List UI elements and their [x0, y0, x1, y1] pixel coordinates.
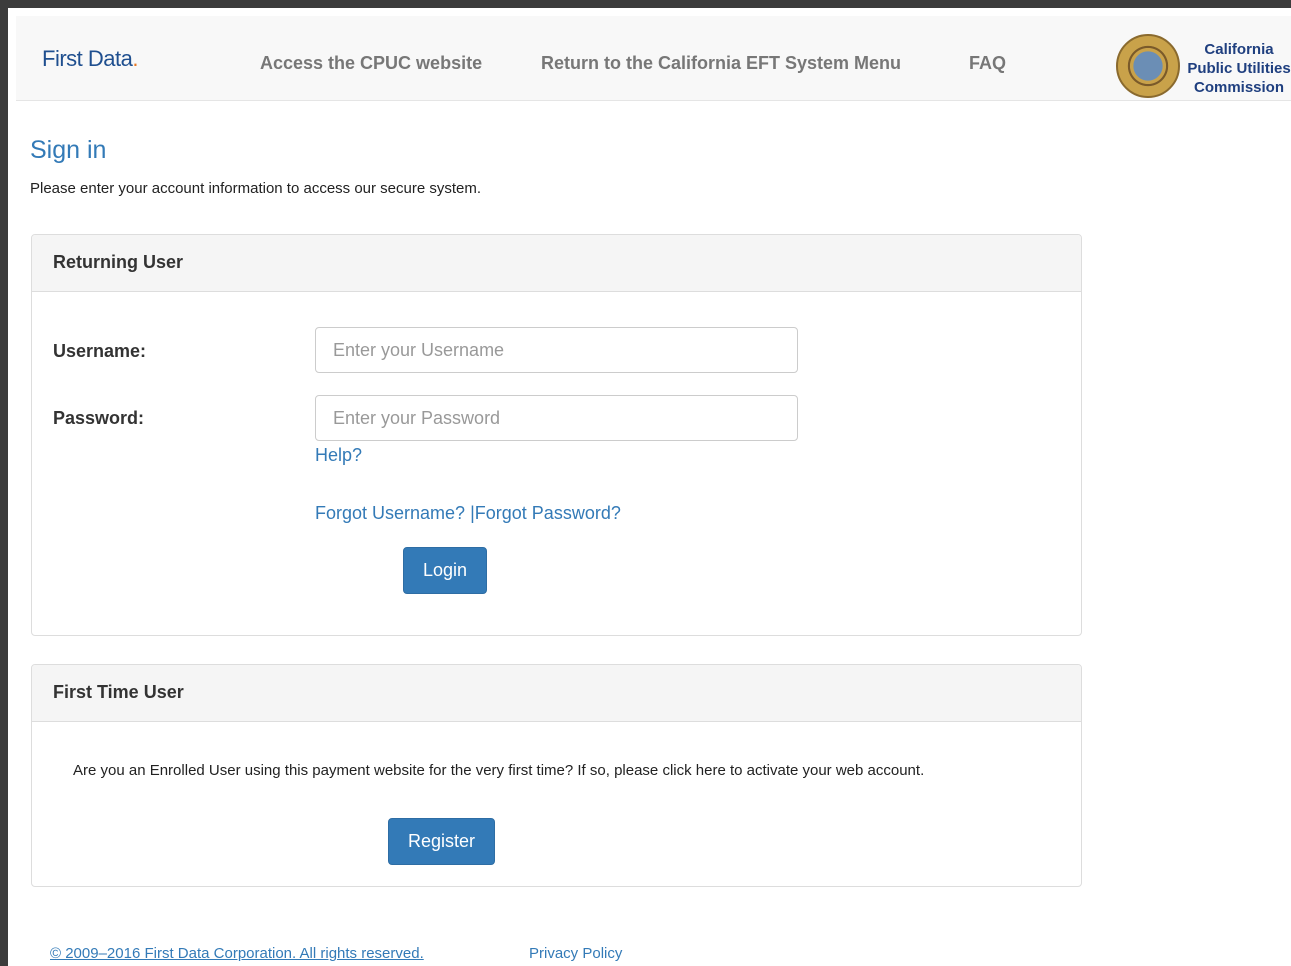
footer-privacy-policy-link[interactable]: Privacy Policy — [529, 945, 622, 962]
footer-copyright-link[interactable]: © 2009–2016 First Data Corporation. All … — [50, 945, 424, 962]
commission-line-2: Public Utilities — [1187, 60, 1291, 77]
first-data-logo[interactable]: First Data. — [42, 46, 138, 72]
forgot-password-link[interactable]: Forgot Password? — [475, 503, 621, 523]
commission-line-3: Commission — [1193, 79, 1284, 96]
nav-cpuc-website-link[interactable]: Access the CPUC website — [260, 53, 482, 74]
returning-user-heading: Returning User — [32, 235, 1081, 292]
forgot-links: Forgot Username? |Forgot Password? — [315, 503, 621, 524]
login-button[interactable]: Login — [403, 547, 487, 594]
forgot-username-link[interactable]: Forgot Username? — [315, 503, 465, 523]
username-label: Username: — [53, 341, 147, 361]
brand-name: First Data — [42, 46, 133, 71]
page-title: Sign in — [30, 136, 107, 164]
register-button[interactable]: Register — [388, 818, 495, 865]
nav-eft-system-menu-link[interactable]: Return to the California EFT System Menu — [541, 53, 901, 74]
help-link[interactable]: Help? — [315, 445, 362, 466]
browser-frame: First Data. Access the CPUC website Retu… — [0, 0, 1291, 966]
first-time-user-heading: First Time User — [32, 665, 1081, 722]
brand-dot: . — [132, 46, 138, 71]
commission-name: California Public Utilities Commission — [1182, 40, 1291, 97]
commission-line-1: California — [1204, 41, 1274, 58]
state-seal-icon — [1116, 34, 1180, 98]
username-input[interactable] — [315, 327, 798, 373]
nav-faq-link[interactable]: FAQ — [969, 53, 1006, 74]
intro-text: Please enter your account information to… — [30, 180, 482, 197]
password-input[interactable] — [315, 395, 798, 441]
cpuc-logo: California Public Utilities Commission — [1116, 34, 1291, 100]
password-label: Password: — [53, 408, 145, 428]
top-navbar: First Data. Access the CPUC website Retu… — [16, 16, 1291, 101]
first-time-user-text: Are you an Enrolled User using this paym… — [73, 762, 925, 779]
returning-user-panel: Returning User Username: Password: Help?… — [31, 234, 1082, 636]
first-time-user-panel: First Time User Are you an Enrolled User… — [31, 664, 1082, 887]
